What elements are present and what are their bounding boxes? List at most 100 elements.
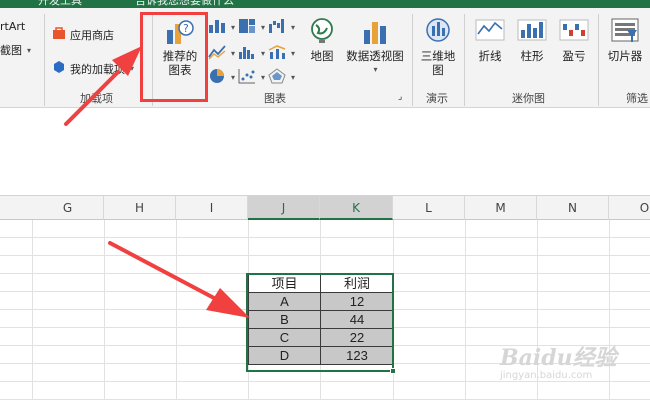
table-cell[interactable]: 123 xyxy=(320,346,394,365)
my-addins-button[interactable]: 我的加载项 ▾ xyxy=(52,60,134,77)
charts-dialog-launcher[interactable]: ⌟ xyxy=(398,92,402,102)
histogram-icon xyxy=(238,44,256,63)
hierarchy-chart-button[interactable]: ▾ xyxy=(238,18,265,37)
chevron-down-icon: ▾ xyxy=(27,45,32,55)
sparkline-line-button[interactable]: 折线 xyxy=(470,16,510,63)
3d-map-button[interactable]: 三维地 图 xyxy=(416,16,460,77)
3d-map-label-1: 三维地 xyxy=(420,49,456,63)
excel-window: 开发工具 告诉我您想要做什么 rtArt 截图 ▾ 应用商店 我的加载项 ▾ 加… xyxy=(0,0,650,400)
charts-group-label: 图表 xyxy=(264,92,286,105)
combo-chart-icon xyxy=(268,44,286,63)
pivot-chart-label: 数据透视图 xyxy=(346,49,404,63)
radar-chart-button[interactable]: ▾ xyxy=(268,68,295,87)
table-cell[interactable]: 12 xyxy=(320,292,394,311)
title-bar: 开发工具 告诉我您想要做什么 xyxy=(0,0,650,8)
sparkline-column-label: 柱形 xyxy=(520,49,544,63)
table-header-cell[interactable]: 项目 xyxy=(248,274,321,293)
sparkline-winloss-label: 盈亏 xyxy=(562,49,586,63)
table-cell[interactable]: A xyxy=(248,292,321,311)
smartart-button[interactable]: rtArt xyxy=(0,20,25,33)
data-table: 项目 利润 A 12 B 44 C 22 D 123 xyxy=(248,274,394,365)
treemap-icon xyxy=(238,18,256,37)
table-row: B 44 xyxy=(248,310,394,329)
column-header-o[interactable]: O xyxy=(609,196,650,220)
sparkline-column-icon xyxy=(517,16,547,49)
gridline xyxy=(0,255,650,256)
radar-chart-icon xyxy=(268,68,286,87)
sparkline-winloss-button[interactable]: 盈亏 xyxy=(554,16,594,63)
column-header-g[interactable]: G xyxy=(32,196,104,220)
screenshot-label: 截图 xyxy=(0,44,22,57)
chevron-down-icon: ▾ xyxy=(261,23,266,32)
pivot-chart-button[interactable]: 数据透视图 ▾ xyxy=(342,16,408,77)
table-cell[interactable]: D xyxy=(248,346,321,365)
watermark: Baidu经验 jingyan.baidu.com xyxy=(500,340,620,396)
column-header-i[interactable]: I xyxy=(176,196,248,220)
line-chart-icon xyxy=(208,44,226,63)
divider xyxy=(44,14,45,106)
waterfall-chart-button[interactable]: ▾ xyxy=(268,18,295,37)
sparkline-line-icon xyxy=(475,16,505,49)
table-cell[interactable]: 22 xyxy=(320,328,394,347)
chevron-down-icon: ▾ xyxy=(231,23,236,32)
map-chart-button[interactable]: 地图 xyxy=(302,16,342,63)
statistic-chart-button[interactable]: ▾ xyxy=(238,44,265,63)
store-icon xyxy=(52,26,66,43)
chevron-down-icon: ▾ xyxy=(231,49,236,58)
formula-area-blank xyxy=(0,108,650,196)
chevron-down-icon: ▾ xyxy=(373,65,378,74)
map-label: 地图 xyxy=(310,49,334,63)
slicer-button[interactable]: 切片器 xyxy=(602,16,648,63)
table-header-cell[interactable]: 利润 xyxy=(320,274,394,293)
tell-me-search[interactable]: 告诉我您想要做什么 xyxy=(135,0,234,8)
app-store-label: 应用商店 xyxy=(70,28,114,42)
gridline xyxy=(104,220,105,400)
combo-chart-button[interactable]: ▾ xyxy=(268,44,295,63)
column-header-n[interactable]: N xyxy=(537,196,609,220)
expand-icon: ⌟ xyxy=(398,92,403,102)
column-headers: G H I J K L M N O xyxy=(0,196,650,220)
column-chart-button[interactable]: ▾ xyxy=(208,18,235,37)
3d-map-icon xyxy=(423,16,453,49)
3d-map-label-2: 图 xyxy=(432,63,444,77)
table-cell[interactable]: C xyxy=(248,328,321,347)
column-header-k[interactable]: K xyxy=(320,196,393,220)
divider xyxy=(464,14,465,106)
sparkline-column-button[interactable]: 柱形 xyxy=(512,16,552,63)
table-header-row: 项目 利润 xyxy=(248,274,394,293)
annotation-highlight-box xyxy=(140,12,208,102)
chevron-down-icon: ▾ xyxy=(231,73,236,82)
app-store-button[interactable]: 应用商店 xyxy=(52,26,114,43)
pie-chart-button[interactable]: ▾ xyxy=(208,68,235,87)
ribbon-insert-tab: rtArt 截图 ▾ 应用商店 我的加载项 ▾ 加载项 ? 推荐的 图表 ▾ ▾… xyxy=(0,8,650,108)
filter-group-label: 筛选 xyxy=(626,92,648,105)
column-header-m[interactable]: M xyxy=(465,196,537,220)
column-header-h[interactable]: H xyxy=(104,196,176,220)
column-chart-icon xyxy=(208,18,226,37)
globe-icon xyxy=(307,16,337,49)
waterfall-icon xyxy=(268,18,286,37)
scatter-chart-button[interactable]: ▾ xyxy=(238,68,265,87)
smartart-label: rtArt xyxy=(0,20,26,33)
sparkline-line-label: 折线 xyxy=(478,49,502,63)
table-row: D 123 xyxy=(248,346,394,365)
pie-chart-icon xyxy=(208,68,226,87)
slicer-icon xyxy=(610,16,640,49)
watermark-line-1: Baidu经验 xyxy=(500,345,617,371)
chevron-down-icon: ▾ xyxy=(291,73,296,82)
column-header-l[interactable]: L xyxy=(393,196,465,220)
table-row: C 22 xyxy=(248,328,394,347)
gridline xyxy=(0,237,650,238)
chevron-down-icon: ▾ xyxy=(291,23,296,32)
table-cell[interactable]: 44 xyxy=(320,310,394,329)
gridline xyxy=(176,220,177,400)
column-header-j[interactable]: J xyxy=(248,196,320,220)
gridline xyxy=(32,220,33,400)
sparkline-winloss-icon xyxy=(559,16,589,49)
table-cell[interactable]: B xyxy=(248,310,321,329)
screenshot-button[interactable]: 截图 ▾ xyxy=(0,42,31,58)
my-addins-label: 我的加载项 xyxy=(70,62,125,76)
fill-handle[interactable] xyxy=(390,368,396,374)
chevron-down-icon: ▾ xyxy=(130,64,135,73)
line-chart-button[interactable]: ▾ xyxy=(208,44,235,63)
